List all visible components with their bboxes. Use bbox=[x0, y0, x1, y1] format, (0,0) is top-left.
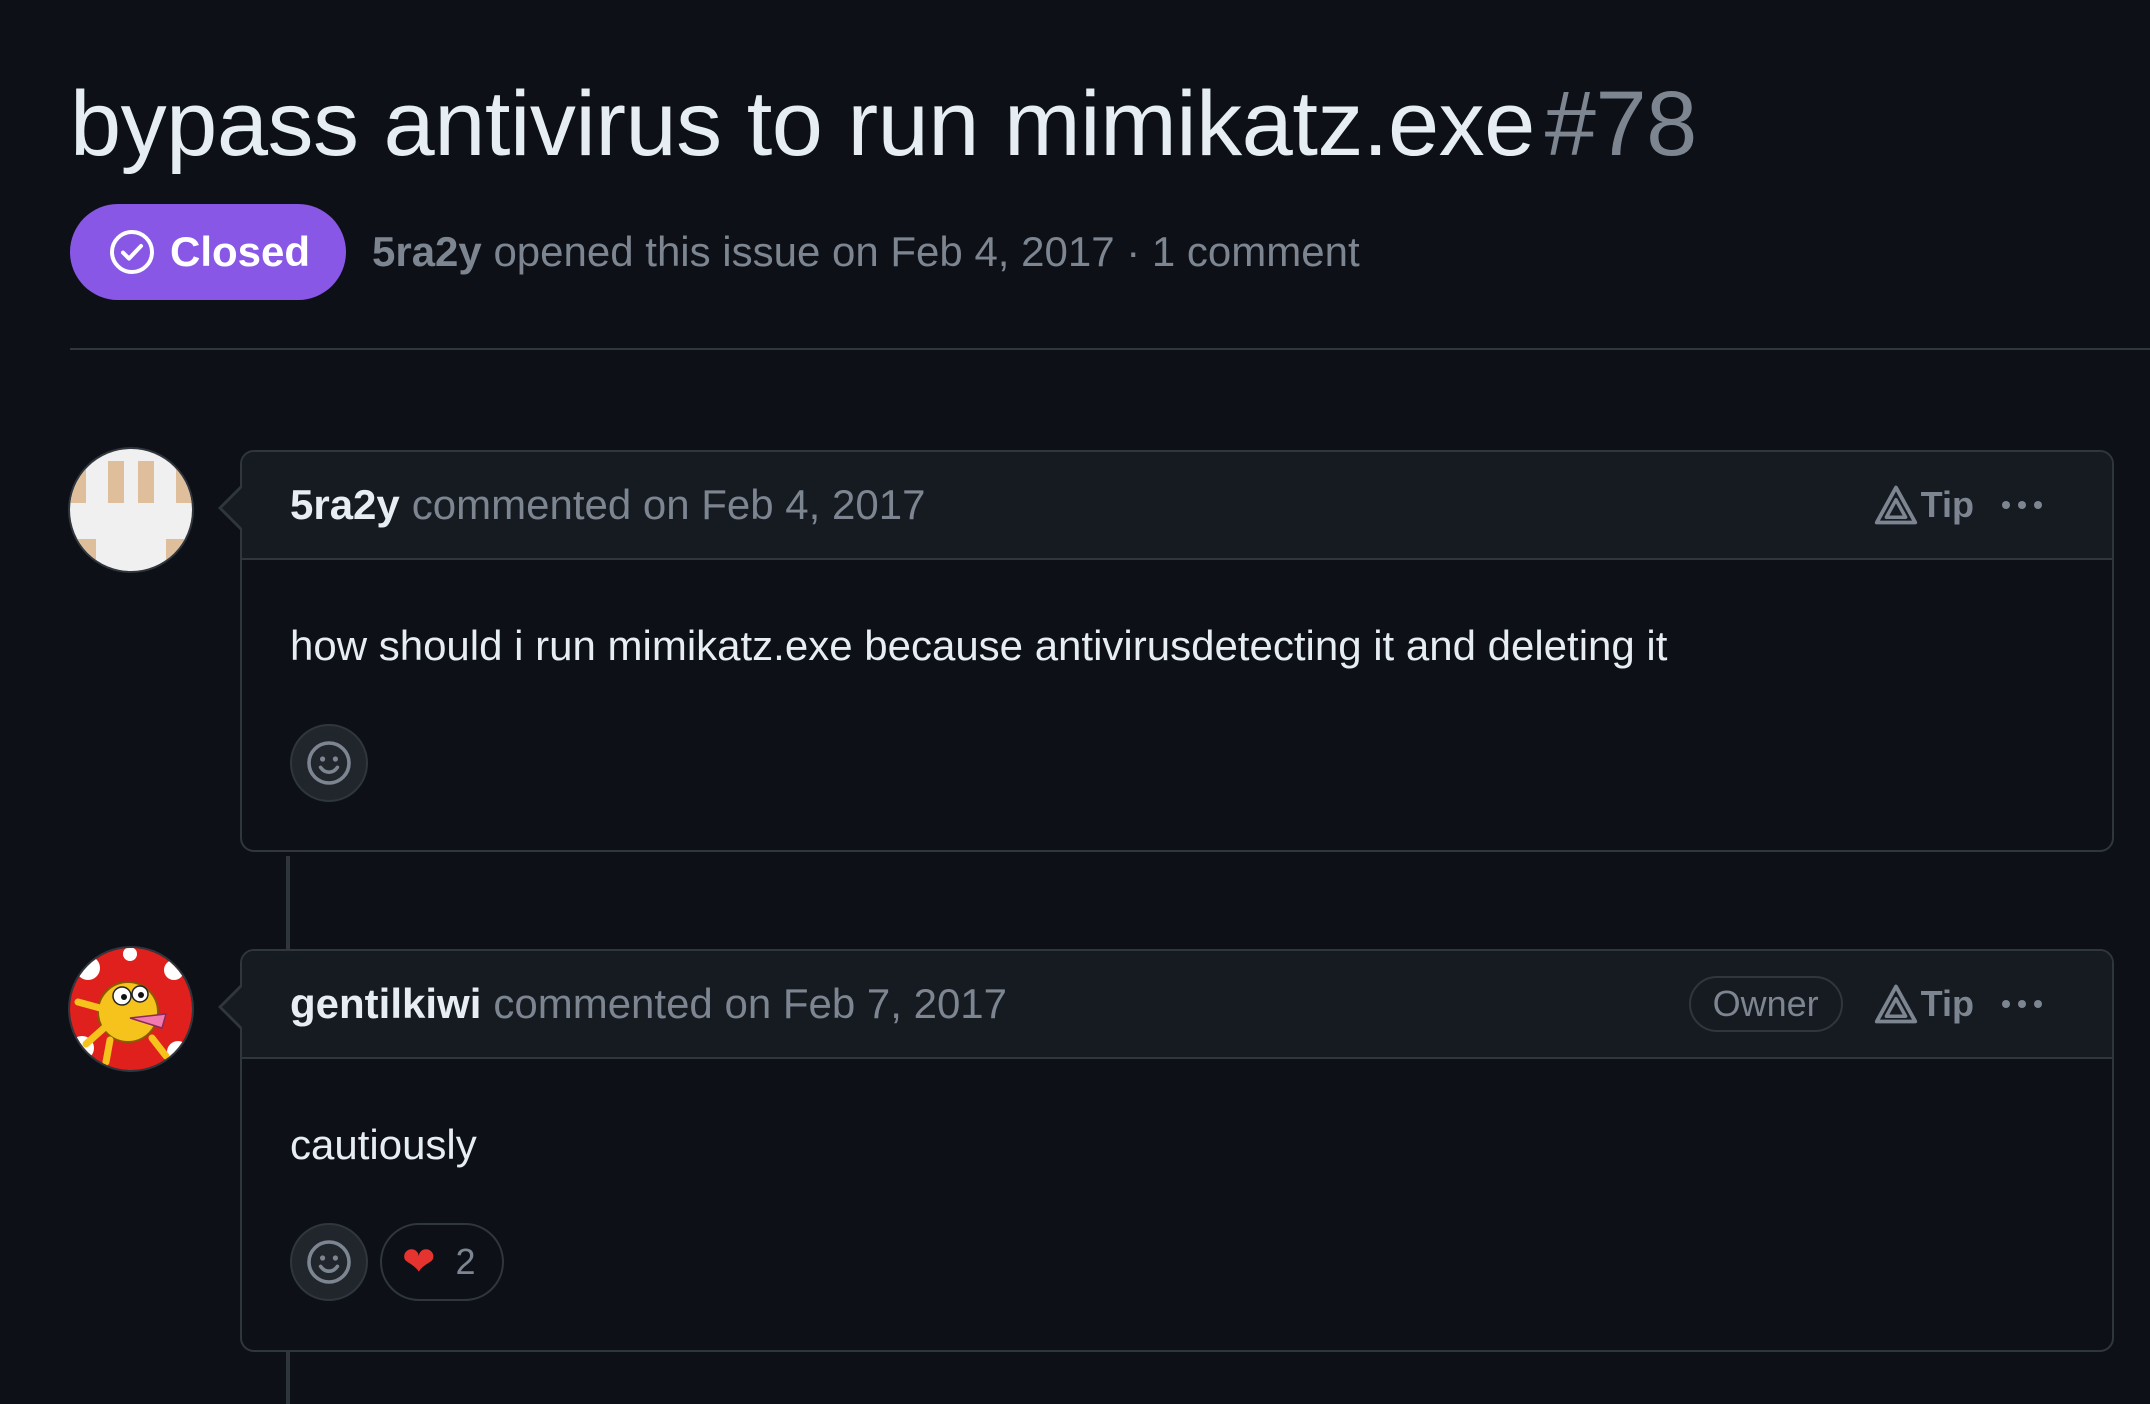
smiley-icon bbox=[307, 741, 351, 785]
triangle-tip-icon bbox=[1874, 984, 1917, 1024]
identicon-avatar-icon bbox=[70, 449, 192, 571]
comment-card: 5ra2y commented on Feb 4, 2017 Tip how s… bbox=[218, 450, 2114, 852]
add-reaction-button[interactable] bbox=[290, 724, 368, 802]
tip-label: Tip bbox=[1920, 484, 1974, 525]
tip-label: Tip bbox=[1920, 983, 1974, 1024]
closed-state-badge: Closed bbox=[70, 204, 346, 300]
comment-body: how should i run mimikatz.exe because an… bbox=[290, 622, 1668, 669]
owner-badge: Owner bbox=[1688, 976, 1843, 1032]
comment-author-link[interactable]: 5ra2y bbox=[290, 481, 400, 529]
avatar[interactable] bbox=[70, 449, 192, 571]
tip-button[interactable]: Tip bbox=[1873, 983, 1974, 1025]
avatar[interactable] bbox=[70, 948, 192, 1070]
state-label: Closed bbox=[170, 228, 311, 275]
issue-meta: 5ra2y opened this issue on Feb 4, 2017 ·… bbox=[372, 222, 1360, 282]
heart-reaction-button[interactable]: ❤ 2 bbox=[380, 1223, 504, 1301]
reactions-bar: ❤ 2 bbox=[290, 1223, 504, 1301]
header-divider bbox=[70, 348, 2150, 350]
comment-body: cautiously bbox=[290, 1121, 477, 1168]
kiwi-avatar-icon bbox=[70, 948, 192, 1070]
issue-number: #78 bbox=[1544, 73, 1698, 175]
kebab-menu-icon[interactable] bbox=[2002, 1000, 2042, 1008]
issue-title: bypass antivirus to run mimikatz.exe #78 bbox=[70, 64, 1697, 184]
comment-header: 5ra2y commented on Feb 4, 2017 Tip bbox=[242, 452, 2112, 560]
issue-meta-text: opened this issue on Feb 4, 2017 · 1 com… bbox=[493, 228, 1360, 275]
tip-button[interactable]: Tip bbox=[1873, 484, 1974, 526]
add-reaction-button[interactable] bbox=[290, 1223, 368, 1301]
comment-card: gentilkiwi commented on Feb 7, 2017 Owne… bbox=[218, 949, 2114, 1352]
heart-icon: ❤ bbox=[402, 1240, 436, 1284]
kebab-menu-icon[interactable] bbox=[2002, 501, 2042, 509]
check-circle-icon bbox=[110, 230, 154, 274]
reactions-bar bbox=[290, 724, 368, 802]
triangle-tip-icon bbox=[1874, 485, 1917, 525]
comment-author-link[interactable]: gentilkiwi bbox=[290, 980, 481, 1028]
reaction-count: 2 bbox=[455, 1241, 476, 1282]
issue-title-text: bypass antivirus to run mimikatz.exe bbox=[70, 73, 1535, 175]
issue-author-link[interactable]: 5ra2y bbox=[372, 228, 482, 275]
smiley-icon bbox=[307, 1240, 351, 1284]
comment-meta[interactable]: commented on Feb 7, 2017 bbox=[493, 980, 1007, 1028]
comment-header: gentilkiwi commented on Feb 7, 2017 Owne… bbox=[242, 951, 2112, 1059]
comment-meta[interactable]: commented on Feb 4, 2017 bbox=[412, 481, 926, 529]
timeline-line bbox=[286, 1352, 290, 1404]
